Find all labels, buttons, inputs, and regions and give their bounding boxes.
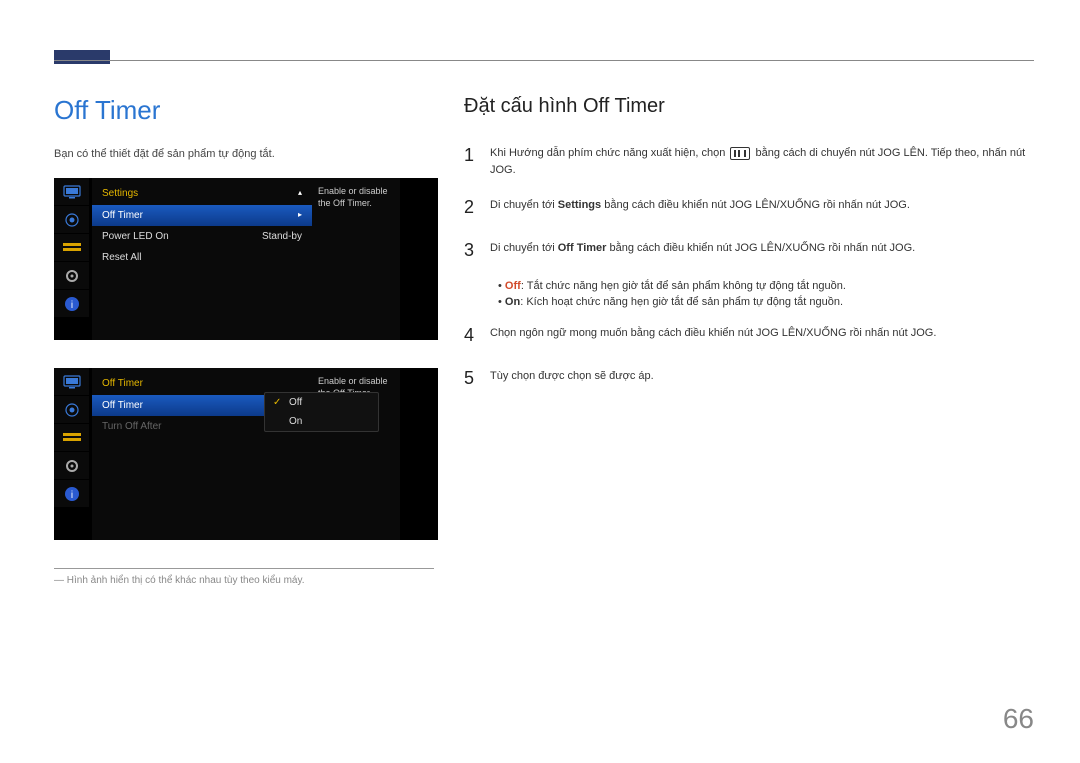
check-icon: ✓ — [273, 397, 283, 408]
osd-row-resetall[interactable]: Reset All — [92, 247, 312, 268]
menu-key-icon — [730, 147, 750, 160]
info-icon: i — [64, 486, 80, 502]
osd-settings: i Settings ▴ Off Timer ▸ Power LED On St… — [54, 178, 438, 340]
osd-popup-option-on[interactable]: On — [265, 412, 378, 431]
step-number: 4 — [464, 322, 478, 349]
info-icon: i — [64, 296, 80, 312]
step-5: 5 Tùy chọn được chọn sẽ được áp. — [464, 365, 1034, 392]
osd-menu: Settings ▴ Off Timer ▸ Power LED On Stan… — [92, 178, 312, 340]
osd-offtimer: i Off Timer Off Timer Turn Off After Ena… — [54, 368, 438, 540]
page-number: 66 — [1003, 703, 1034, 735]
osd-row-value: Stand-by — [262, 231, 302, 242]
svg-text:i: i — [70, 490, 72, 501]
osd-menu-title: Settings — [102, 188, 138, 199]
step-number: 1 — [464, 142, 478, 178]
osd-popup: ✓ Off On — [264, 392, 379, 432]
osd-row-label: Off Timer — [102, 210, 143, 221]
gear-icon — [64, 268, 80, 284]
monitor-icon — [63, 185, 81, 199]
osd-tab-settings[interactable] — [54, 262, 89, 290]
osd-tab-picture[interactable] — [54, 368, 89, 396]
osd-row-label: Power LED On — [102, 231, 169, 242]
osd-tab-strip: i — [54, 368, 89, 540]
slider-icon — [63, 432, 81, 444]
bullet-off: Off: Tắt chức năng hẹn giờ tắt để sản ph… — [498, 280, 1034, 292]
slider-icon — [63, 242, 81, 254]
step-text: Chọn ngôn ngữ mong muốn bằng cách điều k… — [490, 322, 1034, 349]
section-title-left: Off Timer — [54, 95, 454, 126]
up-arrow-icon: ▴ — [298, 188, 302, 199]
osd-row-offtimer[interactable]: Off Timer ▸ — [92, 205, 312, 226]
step-4: 4 Chọn ngôn ngữ mong muốn bằng cách điều… — [464, 322, 1034, 349]
header-rule — [54, 60, 1034, 61]
osd-menu-title: Off Timer — [102, 378, 143, 389]
steps-list: 1 Khi Hướng dẫn phím chức năng xuất hiện… — [464, 142, 1034, 392]
osd-tab-info[interactable]: i — [54, 480, 89, 508]
step-1: 1 Khi Hướng dẫn phím chức năng xuất hiện… — [464, 142, 1034, 178]
osd-popup-label: On — [289, 416, 302, 427]
step-number: 3 — [464, 237, 478, 264]
osd-tab-color[interactable] — [54, 206, 89, 234]
osd-tab-color[interactable] — [54, 396, 89, 424]
step-text: Khi Hướng dẫn phím chức năng xuất hiện, … — [490, 142, 1034, 178]
target-icon — [64, 402, 80, 418]
osd-row-powerled[interactable]: Power LED On Stand-by — [92, 226, 312, 247]
osd-tab-display[interactable] — [54, 234, 89, 262]
intro-text: Bạn có thể thiết đặt để sản phẩm tự động… — [54, 148, 454, 160]
osd-tab-settings[interactable] — [54, 452, 89, 480]
step-text: Tùy chọn được chọn sẽ được áp. — [490, 365, 1034, 392]
bullet-list: Off: Tắt chức năng hẹn giờ tắt để sản ph… — [498, 280, 1034, 308]
osd-tab-display[interactable] — [54, 424, 89, 452]
osd-popup-label: Off — [289, 397, 302, 408]
step-number: 5 — [464, 365, 478, 392]
svg-text:i: i — [70, 300, 72, 311]
osd-tab-strip: i — [54, 178, 89, 340]
osd-tab-info[interactable]: i — [54, 290, 89, 318]
header-accent — [54, 50, 110, 64]
step-text: Di chuyển tới Off Timer bằng cách điều k… — [490, 237, 1034, 264]
step-2: 2 Di chuyển tới Settings bằng cách điều … — [464, 194, 1034, 221]
bullet-on: On: Kích hoạt chức năng hẹn giờ tắt để s… — [498, 296, 1034, 308]
osd-tab-picture[interactable] — [54, 178, 89, 206]
footnote-rule — [54, 568, 434, 569]
footnote-text: ― Hình ảnh hiển thị có thể khác nhau tùy… — [54, 575, 454, 586]
step-text: Di chuyển tới Settings bằng cách điều kh… — [490, 194, 1034, 221]
monitor-icon — [63, 375, 81, 389]
osd-menu-header: Settings ▴ — [92, 184, 312, 205]
chevron-right-icon: ▸ — [298, 210, 302, 221]
osd-row-label: Turn Off After — [102, 421, 161, 432]
osd-popup-option-off[interactable]: ✓ Off — [265, 393, 378, 412]
step-number: 2 — [464, 194, 478, 221]
osd-help-text: Enable or disable the Off Timer. — [312, 178, 400, 340]
target-icon — [64, 212, 80, 228]
step-3: 3 Di chuyển tới Off Timer bằng cách điều… — [464, 237, 1034, 264]
section-title-right: Đặt cấu hình Off Timer — [464, 95, 1034, 118]
osd-row-label: Reset All — [102, 252, 141, 263]
gear-icon — [64, 458, 80, 474]
osd-row-label: Off Timer — [102, 400, 143, 411]
